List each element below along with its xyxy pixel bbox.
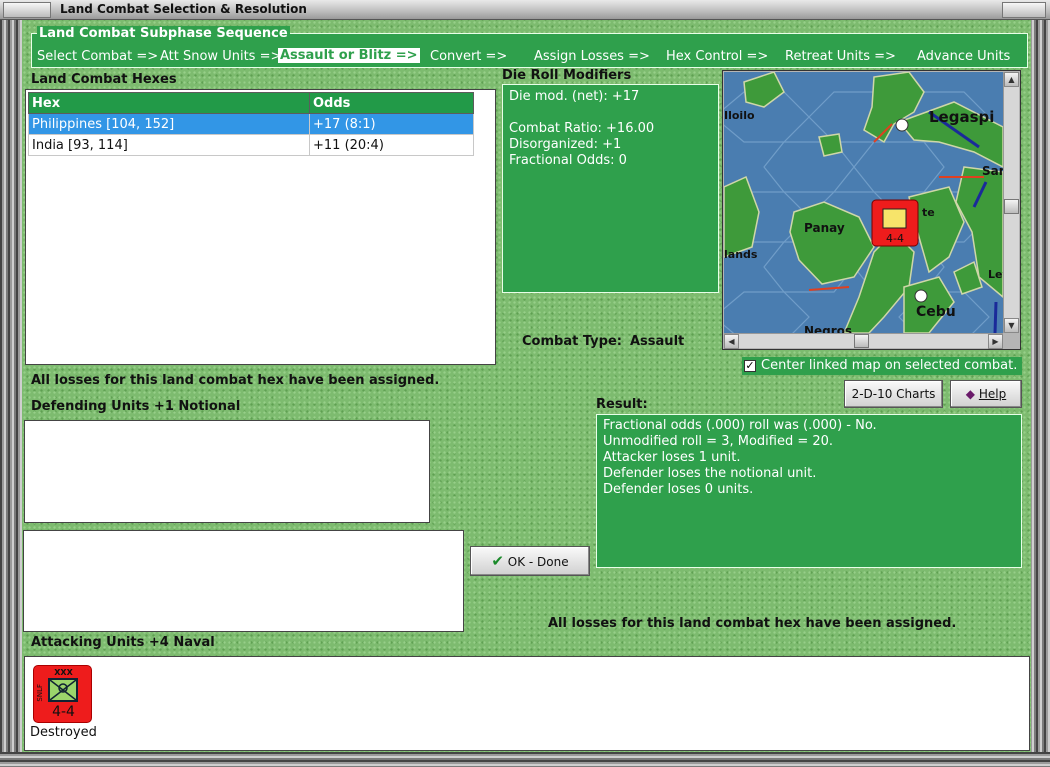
- result-line: Unmodified roll = 3, Modified = 20.: [603, 434, 834, 449]
- seq-step-select-combat: Select Combat =>: [37, 49, 159, 64]
- die-mod-net: Die mod. (net): +17: [509, 89, 640, 104]
- seq-step-assign-losses: Assign Losses =>: [534, 49, 650, 64]
- window-frame-left: [0, 20, 22, 767]
- map-label-legaspi: Legaspi: [929, 108, 995, 126]
- hex-cell[interactable]: Philippines [104, 152]: [28, 113, 310, 135]
- defending-notional-list[interactable]: [23, 530, 464, 632]
- hexes-heading: Land Combat Hexes: [31, 72, 177, 87]
- unit-status: Destroyed: [30, 725, 97, 740]
- help-book-icon: ◆: [965, 387, 976, 401]
- result-line: Fractional odds (.000) roll was (.000) -…: [603, 418, 877, 433]
- map-vertical-scrollbar[interactable]: ▲ ▼: [1003, 72, 1019, 333]
- result-line: Defender loses 0 units.: [603, 482, 754, 497]
- table-row[interactable]: Philippines [104, 152] +17 (8:1): [28, 113, 474, 135]
- scroll-right-button[interactable]: ▶: [988, 334, 1003, 349]
- seq-step-att-snow-units: Att Snow Units =>: [160, 49, 282, 64]
- linked-map[interactable]: Legaspi Iloilo Panay Sam Cebu Negros lan…: [722, 70, 1021, 350]
- window-titlebar[interactable]: Land Combat Selection & Resolution: [0, 0, 1050, 20]
- map-label-negros: Negros: [804, 324, 853, 333]
- map-viewport[interactable]: Legaspi Iloilo Panay Sam Cebu Negros lan…: [724, 72, 1003, 333]
- unit-size-label: XXX: [54, 668, 73, 677]
- column-header-hex[interactable]: Hex: [28, 92, 310, 114]
- map-label-panay: Panay: [804, 221, 845, 235]
- hexes-table: Hex Odds Philippines [104, 152] +17 (8:1…: [28, 92, 474, 156]
- table-row[interactable]: India [93, 114] +11 (20:4): [28, 134, 474, 156]
- seq-step-convert: Convert =>: [430, 49, 508, 64]
- window-title: Land Combat Selection & Resolution: [60, 2, 307, 16]
- map-unit-strength: 4-4: [886, 232, 904, 245]
- naval-infantry-symbol-icon: [48, 678, 78, 702]
- ok-done-label: OK - Done: [507, 555, 569, 569]
- map-label-leyte: Ley: [988, 268, 1003, 281]
- unit-type-label: SNLF: [36, 684, 44, 702]
- window-control-buttons[interactable]: [1002, 2, 1046, 18]
- seq-step-hex-control: Hex Control =>: [666, 49, 769, 64]
- odds-cell[interactable]: +17 (8:1): [309, 113, 474, 135]
- hexes-header-row: Hex Odds: [28, 92, 474, 114]
- window-frame-right: [1028, 20, 1050, 767]
- combat-type-value: Assault: [630, 334, 685, 349]
- ok-done-button[interactable]: ✔ OK - Done: [470, 546, 590, 576]
- attacking-units-heading: Attacking Units +4 Naval: [31, 635, 215, 650]
- center-map-checkbox[interactable]: ✓: [744, 360, 756, 372]
- result-line: Attacker loses 1 unit.: [603, 450, 741, 465]
- map-label-samar: Sam: [982, 164, 1003, 178]
- hex-cell[interactable]: India [93, 114]: [28, 134, 310, 156]
- result-box: Fractional odds (.000) roll was (.000) -…: [596, 414, 1022, 568]
- help-button[interactable]: ◆ Help: [950, 380, 1022, 408]
- defending-units-heading: Defending Units +1 Notional: [31, 399, 241, 414]
- hexes-list-panel: Hex Odds Philippines [104, 152] +17 (8:1…: [25, 89, 496, 365]
- map-label-iloilo: Iloilo: [724, 109, 755, 122]
- die-roll-modifiers-box: Die mod. (net): +17 Combat Ratio: +16.00…: [502, 84, 719, 293]
- map-label-islands: lands: [724, 248, 758, 261]
- map-label-cebu: Cebu: [916, 304, 956, 320]
- system-menu-button[interactable]: [3, 2, 51, 18]
- result-line: Defender loses the notional unit.: [603, 466, 817, 481]
- map-label-te: te: [922, 206, 935, 219]
- scroll-left-button[interactable]: ◀: [724, 334, 739, 349]
- attacking-units-list[interactable]: [24, 656, 1030, 751]
- result-heading: Result:: [596, 397, 648, 412]
- die-mod-spacer: [509, 105, 712, 121]
- horizontal-scroll-thumb[interactable]: [854, 334, 869, 348]
- scroll-down-button[interactable]: ▼: [1004, 318, 1019, 333]
- column-header-odds[interactable]: Odds: [309, 92, 474, 114]
- seq-step-advance-units: Advance Units: [917, 49, 1011, 64]
- disorganized-mod: Disorganized: +1: [509, 137, 622, 152]
- attacking-unit-counter[interactable]: XXX SNLF 4-4: [33, 665, 92, 723]
- seq-step-retreat-units: Retreat Units =>: [785, 49, 896, 64]
- subphase-sequence-title: Land Combat Subphase Sequence: [37, 26, 290, 41]
- losses-assigned-message-bottom: All losses for this land combat hex have…: [548, 616, 957, 631]
- vertical-scroll-thumb[interactable]: [1004, 199, 1019, 214]
- fractional-odds-mod: Fractional Odds: 0: [509, 153, 627, 168]
- charts-button[interactable]: 2-D-10 Charts: [844, 380, 943, 408]
- center-map-checkbox-row[interactable]: ✓ Center linked map on selected combat.: [742, 357, 1022, 375]
- combat-ratio: Combat Ratio: +16.00: [509, 121, 655, 136]
- defending-units-list[interactable]: [24, 420, 430, 523]
- die-roll-heading: Die Roll Modifiers: [502, 68, 632, 83]
- losses-assigned-message: All losses for this land combat hex have…: [31, 373, 440, 388]
- seq-step-assault-or-blitz: Assault or Blitz =>: [278, 48, 420, 63]
- odds-cell[interactable]: +11 (20:4): [309, 134, 474, 156]
- checkmark-icon: ✔: [491, 552, 504, 570]
- map-horizontal-scrollbar[interactable]: ◀ ▶: [724, 333, 1003, 349]
- scroll-up-button[interactable]: ▲: [1004, 72, 1019, 87]
- window-frame-bottom: [0, 752, 1050, 767]
- center-map-label[interactable]: Center linked map on selected combat.: [761, 358, 1017, 373]
- help-button-label: Help: [978, 387, 1007, 401]
- combat-type-label: Combat Type:: [522, 334, 622, 349]
- unit-strength: 4-4: [52, 704, 75, 720]
